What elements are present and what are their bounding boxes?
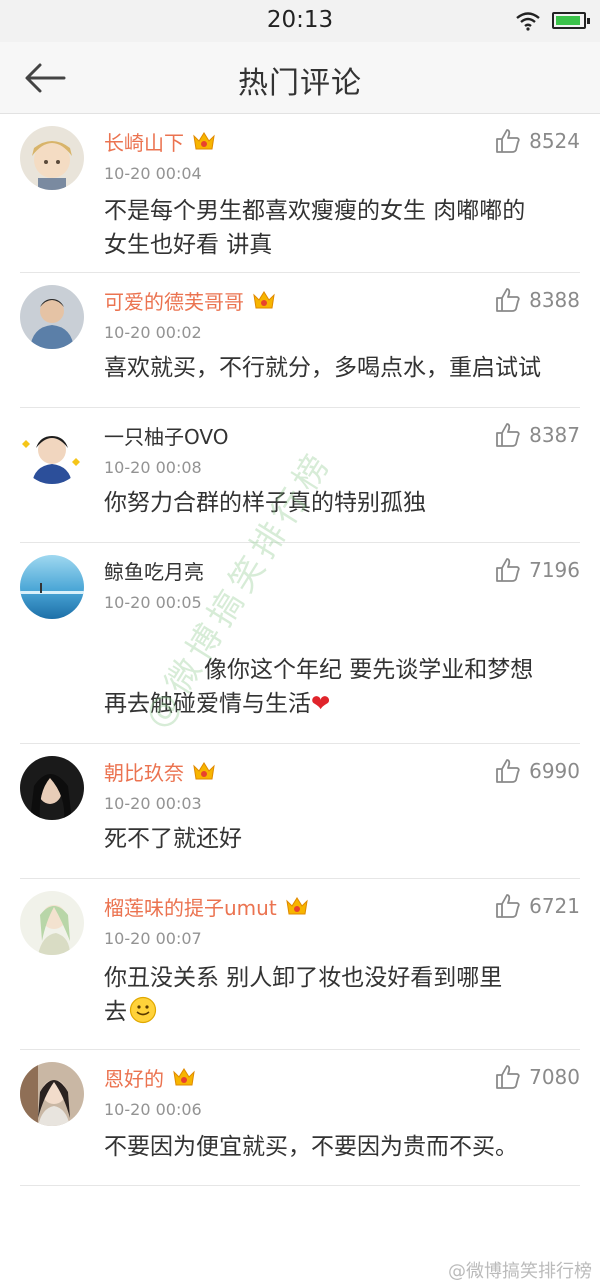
comment-item: 榴莲味的提子umut 10-20 00:07 6721 你丑没关系 别人卸了妆也… (20, 879, 580, 1050)
username[interactable]: 鲸鱼吃月亮 (104, 556, 204, 585)
username[interactable]: 一只柚子OVO (104, 421, 228, 450)
thumbs-up-icon (496, 288, 520, 312)
comment-item: 一只柚子OVO 10-20 00:08 8387 你努力合群的样子真的特别孤独 (20, 408, 580, 543)
timestamp: 10-20 00:04 (104, 164, 202, 183)
vip-crown-icon (193, 762, 215, 780)
like-count: 8524 (529, 129, 580, 153)
username[interactable]: 长崎山下 (104, 127, 184, 156)
vip-crown-icon (193, 132, 215, 150)
avatar[interactable] (20, 555, 84, 619)
username[interactable]: 恩好的 (104, 1063, 164, 1092)
username[interactable]: 朝比玖奈 (104, 757, 184, 786)
smile-emoji-icon (129, 996, 157, 1024)
comment-line: 不是每个男生都喜欢瘦瘦的女生 肉嘟嘟的 (104, 198, 526, 224)
comment-list: 长崎山下 10-20 00:04 8524 不是每个男生都喜欢瘦瘦的女生 肉嘟嘟… (0, 114, 600, 1186)
comment-text: 不是每个男生都喜欢瘦瘦的女生 肉嘟嘟的 女生也好看 讲真 (104, 194, 580, 262)
comment-item: 长崎山下 10-20 00:04 8524 不是每个男生都喜欢瘦瘦的女生 肉嘟嘟… (20, 114, 580, 273)
thumbs-up-icon (496, 759, 520, 783)
like-button[interactable]: 7080 (495, 1064, 580, 1090)
like-button[interactable]: 6721 (495, 893, 580, 919)
vip-crown-icon (173, 1068, 195, 1086)
comment-item: 可爱的德芙哥哥 10-20 00:02 8388 喜欢就买，不行就分，多喝点水，… (20, 273, 580, 408)
vip-crown-icon (253, 291, 275, 309)
watermark-corner: @微博搞笑排行榜 (448, 1261, 592, 1282)
comment-item: 朝比玖奈 10-20 00:03 6990 死不了就还好 (20, 744, 580, 879)
comment-text: 死不了就还好 (104, 822, 580, 856)
like-count: 7080 (529, 1065, 580, 1089)
like-button[interactable]: 8524 (495, 128, 580, 154)
timestamp: 10-20 00:06 (104, 1100, 202, 1119)
thumbs-up-icon (496, 894, 520, 918)
username[interactable]: 可爱的德芙哥哥 (104, 286, 244, 315)
like-count: 8388 (529, 288, 580, 312)
like-count: 7196 (529, 558, 580, 582)
timestamp: 10-20 00:03 (104, 794, 202, 813)
comment-line: 去 (104, 995, 580, 1029)
comment-line: 喜欢就买，不行就分，多喝点水，重启试试 (104, 355, 541, 381)
status-time: 20:13 (266, 7, 334, 33)
timestamp: 10-20 00:07 (104, 929, 202, 948)
vip-crown-icon (285, 897, 308, 915)
timestamp: 10-20 00:08 (104, 458, 202, 477)
avatar[interactable] (20, 891, 84, 955)
thumbs-up-icon (496, 423, 520, 447)
comment-item: 鲸鱼吃月亮 10-20 00:05 7196 像你这个年纪 要先谈学业和梦想 再… (20, 543, 580, 744)
username[interactable]: 榴莲味的提子umut (104, 892, 277, 921)
like-count: 6990 (529, 759, 580, 783)
heart-emoji-icon: ❤ (311, 691, 331, 717)
comment-text: 喜欢就买，不行就分，多喝点水，重启试试 (104, 351, 580, 385)
comment-line-text: 再去触碰爱情与生活 (104, 691, 311, 717)
thumbs-up-icon (496, 558, 520, 582)
status-bar: 20:13 (0, 0, 600, 42)
avatar[interactable] (20, 126, 84, 190)
comment-item: 恩好的 10-20 00:06 7080 不要因为便宜就买，不要因为贵而不买。 (20, 1050, 580, 1186)
like-button[interactable]: 8387 (495, 422, 580, 448)
comment-line: 女生也好看 讲真 (104, 232, 273, 258)
comment-line: 死不了就还好 (104, 826, 242, 852)
comment-line: 像你这个年纪 要先谈学业和梦想 (204, 657, 534, 683)
avatar[interactable] (20, 420, 84, 484)
like-button[interactable]: 7196 (495, 557, 580, 583)
comment-line: 你丑没关系 别人卸了妆也没好看到哪里 (104, 965, 503, 991)
like-button[interactable]: 6990 (495, 758, 580, 784)
comment-text: 像你这个年纪 要先谈学业和梦想 再去触碰爱情与生活❤ (104, 653, 580, 721)
like-count: 6721 (529, 894, 580, 918)
comment-text: 你丑没关系 别人卸了妆也没好看到哪里 去 (104, 961, 580, 1029)
avatar[interactable] (20, 756, 84, 820)
timestamp: 10-20 00:02 (104, 323, 202, 342)
comment-line-text: 去 (104, 999, 127, 1025)
page-title: 热门评论 (238, 66, 362, 101)
like-count: 8387 (529, 423, 580, 447)
wifi-icon (516, 12, 540, 31)
avatar[interactable] (20, 285, 84, 349)
thumbs-up-icon (496, 129, 520, 153)
thumbs-up-icon (496, 1065, 520, 1089)
nav-bar: 热门评论 (0, 42, 600, 114)
avatar[interactable] (20, 1062, 84, 1126)
like-button[interactable]: 8388 (495, 287, 580, 313)
comment-line: 再去触碰爱情与生活❤ (104, 687, 580, 721)
comment-line: 你努力合群的样子真的特别孤独 (104, 490, 426, 516)
comment-line: 不要因为便宜就买，不要因为贵而不买。 (104, 1134, 518, 1160)
battery-icon (552, 12, 590, 29)
comment-text: 不要因为便宜就买，不要因为贵而不买。 (104, 1130, 580, 1164)
timestamp: 10-20 00:05 (104, 593, 202, 612)
comment-text: 你努力合群的样子真的特别孤独 (104, 486, 580, 520)
